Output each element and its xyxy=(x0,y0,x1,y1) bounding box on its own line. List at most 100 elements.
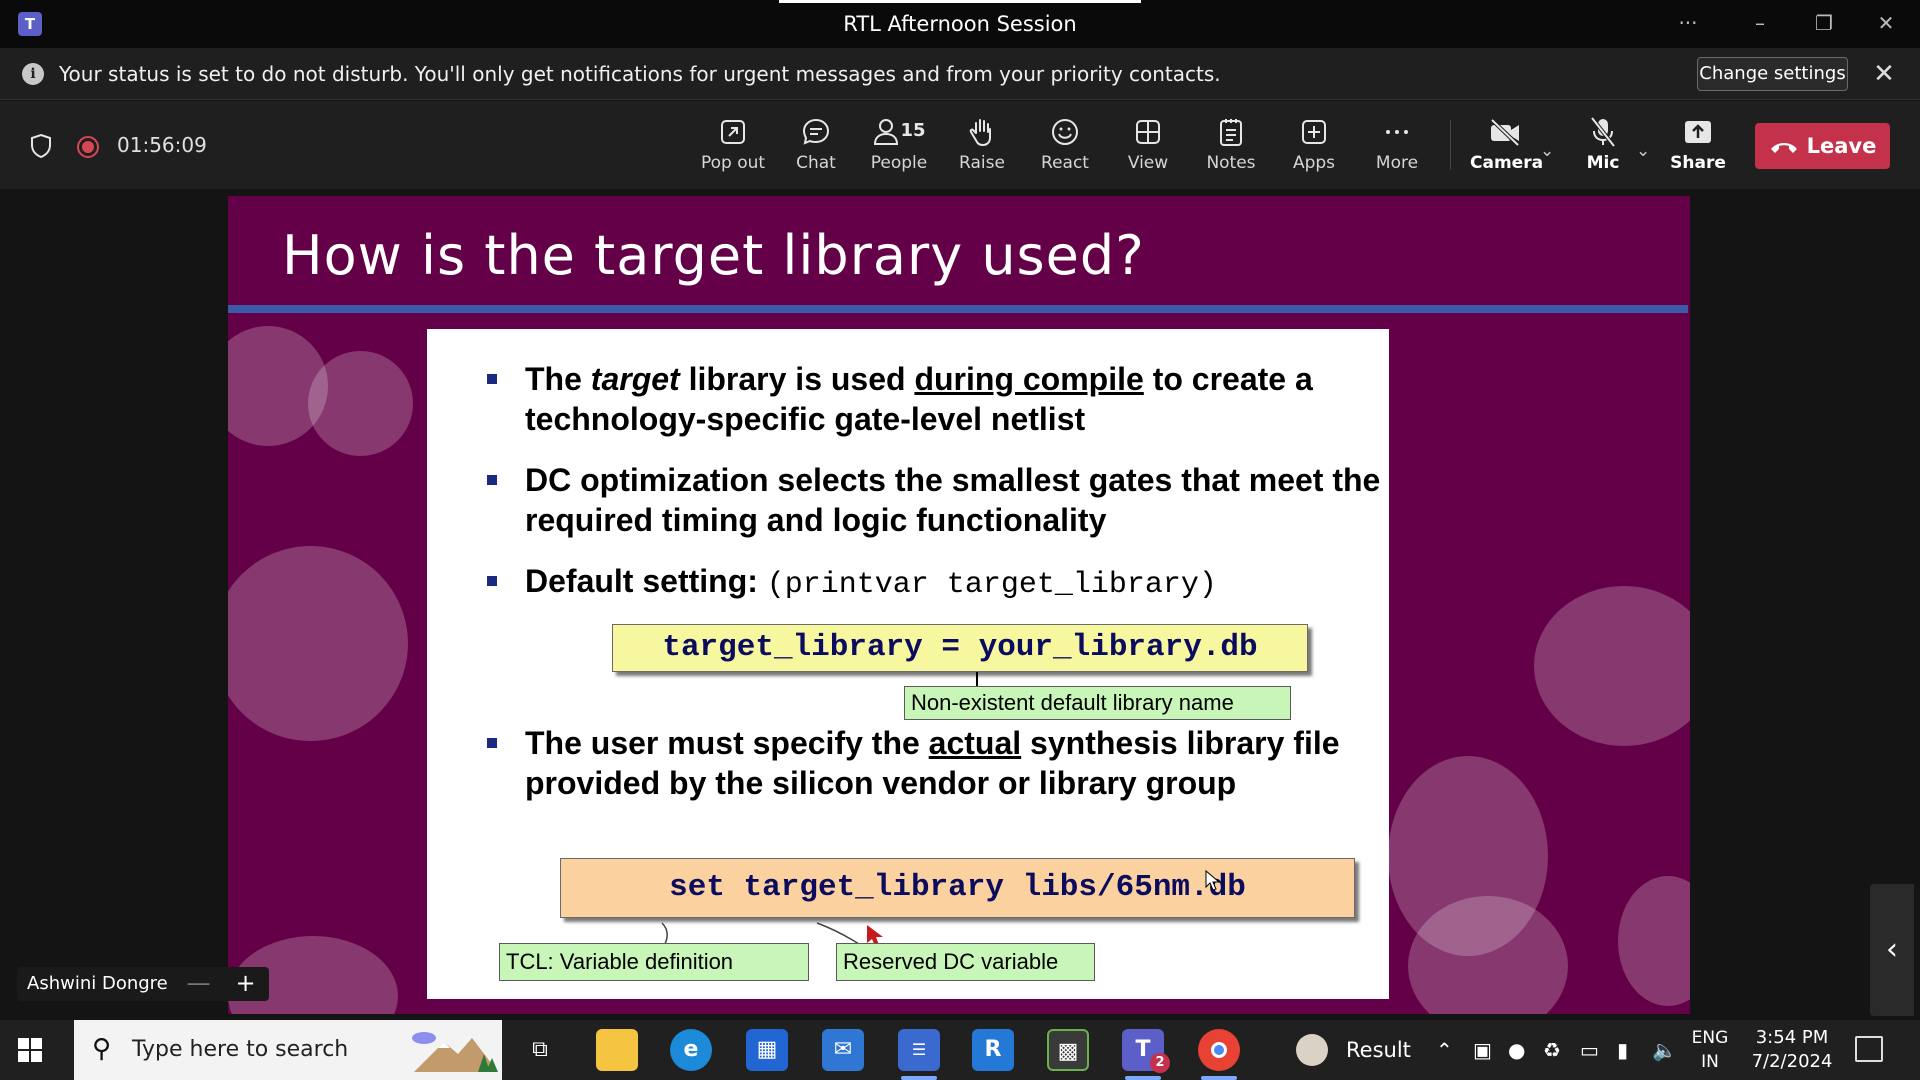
expand-panel-chevron-left-icon[interactable]: ‹ xyxy=(1870,884,1914,1016)
apps-label: Apps xyxy=(1292,153,1336,173)
bullet-1-text: The target library is used during compil… xyxy=(525,359,1405,439)
show-hidden-icons-chevron-icon[interactable]: ⌃ xyxy=(1436,1020,1453,1080)
teams-taskbar-icon[interactable]: T2 xyxy=(1122,1029,1170,1073)
weather-result-icon[interactable] xyxy=(1296,1034,1328,1066)
react-icon xyxy=(1032,113,1098,149)
search-placeholder: Type here to search xyxy=(132,1037,349,1062)
notes-button[interactable]: Notes xyxy=(1198,113,1264,181)
lang-bottom: IN xyxy=(1701,1052,1719,1072)
zoom-controls: — + xyxy=(175,967,269,1001)
leave-button[interactable]: Leave xyxy=(1755,123,1890,169)
raise-hand-icon xyxy=(949,113,1015,149)
bullet-4-part1: The user must specify the xyxy=(525,725,929,761)
tcl-variable-note: TCL: Variable definition xyxy=(499,943,809,981)
network-icon[interactable]: ▭ xyxy=(1580,1020,1599,1080)
volume-icon[interactable]: 🔈 xyxy=(1652,1020,1677,1080)
search-icon: ⚲ xyxy=(92,1034,112,1064)
bullet-3-label: Default setting: xyxy=(525,563,767,599)
change-settings-button[interactable]: Change settings xyxy=(1697,57,1848,91)
rx-app-icon[interactable]: R xyxy=(972,1029,1014,1071)
close-notification-icon[interactable]: ✕ xyxy=(1868,58,1900,90)
windows-start-icon[interactable] xyxy=(18,1038,42,1062)
decor-bubble xyxy=(1618,876,1690,1006)
raise-hand-button[interactable]: Raise xyxy=(949,113,1015,181)
view-button[interactable]: View xyxy=(1115,113,1181,181)
bullet-square xyxy=(487,374,497,384)
chat-label: Chat xyxy=(796,153,836,173)
app-active-indicator xyxy=(1125,1076,1161,1080)
share-icon xyxy=(1665,113,1731,149)
bullet-3-text: Default setting: (printvar target_librar… xyxy=(525,561,1405,605)
mail-icon[interactable]: ✉ xyxy=(822,1029,864,1071)
meet-now-icon[interactable]: ▣ xyxy=(1473,1020,1492,1080)
more-button[interactable]: More xyxy=(1364,113,1430,181)
shared-screen-stage: How is the target library used? The targ… xyxy=(0,189,1920,1020)
notes-icon xyxy=(1198,113,1264,149)
mic-options-chevron-icon[interactable]: ⌄ xyxy=(1636,141,1650,161)
clock-date: 7/2/2024 xyxy=(1751,1051,1833,1072)
dnd-notification-bar: i Your status is set to do not disturb. … xyxy=(0,48,1920,100)
apps-button[interactable]: Apps xyxy=(1281,113,1347,181)
camera-label: Camera xyxy=(1470,153,1544,173)
slide-content-panel: The target library is used during compil… xyxy=(427,329,1389,999)
raise-label: Raise xyxy=(959,153,1005,173)
camera-options-chevron-icon[interactable]: ⌄ xyxy=(1540,141,1554,161)
bullet-2-text: DC optimization selects the smallest gat… xyxy=(525,462,1381,538)
pop-out-button[interactable]: Pop out xyxy=(700,113,766,181)
file-explorer-icon[interactable] xyxy=(596,1029,638,1071)
edge-browser-icon[interactable]: e xyxy=(670,1029,712,1071)
minimize-button[interactable]: – xyxy=(1730,0,1790,48)
window-titlebar: T RTL Afternoon Session ··· – ❐ ✕ xyxy=(0,0,1920,48)
cursor-arrow-icon xyxy=(1205,869,1221,891)
zoom-in-button[interactable]: + xyxy=(222,967,269,999)
more-options-icon[interactable]: ··· xyxy=(1658,0,1718,48)
meeting-timer: 01:56:09 xyxy=(117,133,207,157)
people-label: People xyxy=(870,153,928,173)
bullet-1-underline: during compile xyxy=(914,361,1144,397)
app-running-indicator xyxy=(901,1076,937,1080)
camera-off-icon xyxy=(1470,113,1540,149)
taskbar-search-box[interactable]: ⚲ Type here to search xyxy=(74,1020,502,1080)
windows-taskbar: ⚲ Type here to search ⧉ e ▦ ✉ ☰ R ▩ T2 R… xyxy=(0,1020,1920,1080)
people-icon: 15 xyxy=(864,113,934,149)
notes-label: Notes xyxy=(1206,153,1256,173)
camera-button[interactable]: Camera xyxy=(1470,113,1544,181)
close-window-button[interactable]: ✕ xyxy=(1856,0,1916,48)
react-label: React xyxy=(1041,153,1089,173)
microsoft-store-icon[interactable]: ▦ xyxy=(746,1029,788,1071)
bullet-square xyxy=(487,738,497,748)
dnd-message: Your status is set to do not disturb. Yo… xyxy=(59,62,1221,86)
bullet-4-text: The user must specify the actual synthes… xyxy=(525,723,1405,803)
chat-icon xyxy=(783,113,849,149)
set-library-code-box: set target_library libs/65nm.db xyxy=(560,858,1355,918)
default-library-note: Non-existent default library name xyxy=(904,686,1291,720)
remote-desktop-icon[interactable]: ☰ xyxy=(898,1029,940,1071)
people-button[interactable]: 15 People xyxy=(864,113,934,181)
chat-button[interactable]: Chat xyxy=(783,113,849,181)
view-icon xyxy=(1115,113,1181,149)
app-running-indicator xyxy=(1201,1076,1237,1080)
restore-button[interactable]: ❐ xyxy=(1794,0,1854,48)
bullet-4-underline: actual xyxy=(928,725,1022,761)
react-button[interactable]: React xyxy=(1032,113,1098,181)
terminal-app-icon[interactable]: ▩ xyxy=(1047,1029,1089,1071)
task-view-icon[interactable]: ⧉ xyxy=(519,1029,561,1071)
system-clock[interactable]: 3:54 PM 7/2/2024 xyxy=(1747,1026,1837,1074)
microphone-icon[interactable]: ● xyxy=(1508,1020,1525,1080)
shield-icon[interactable] xyxy=(30,133,52,159)
notification-center-icon[interactable] xyxy=(1855,1036,1883,1062)
apps-icon xyxy=(1281,113,1347,149)
chrome-browser-icon[interactable] xyxy=(1198,1029,1240,1071)
presentation-slide: How is the target library used? The targ… xyxy=(228,196,1690,1014)
reserved-variable-note: Reserved DC variable xyxy=(836,943,1095,981)
teams-badge: 2 xyxy=(1150,1053,1170,1073)
mic-label: Mic xyxy=(1586,153,1620,173)
zoom-out-button[interactable]: — xyxy=(175,967,222,999)
result-widget-label[interactable]: Result xyxy=(1346,1020,1411,1080)
phone-hangup-icon xyxy=(1770,143,1797,153)
share-button[interactable]: Share xyxy=(1665,113,1731,181)
sync-icon[interactable]: ♻ xyxy=(1543,1020,1561,1080)
mic-button[interactable]: Mic xyxy=(1570,113,1636,181)
language-indicator[interactable]: ENG IN xyxy=(1690,1026,1730,1074)
battery-icon[interactable]: ▮ xyxy=(1617,1020,1628,1080)
